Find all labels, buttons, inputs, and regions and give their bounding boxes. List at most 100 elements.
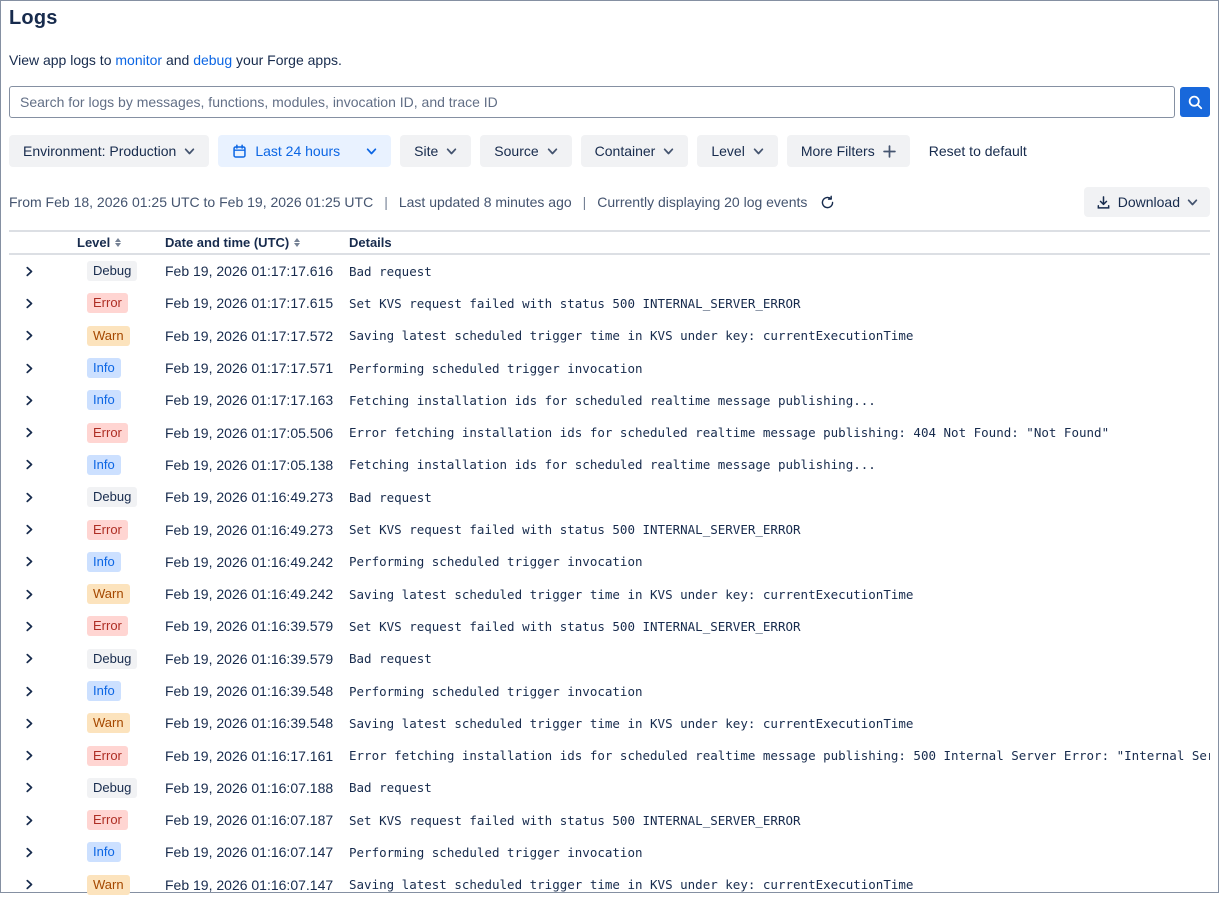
- displaying-count-text: Currently displaying 20 log events: [597, 194, 807, 210]
- expand-row-button[interactable]: [22, 716, 37, 731]
- debug-link[interactable]: debug: [193, 52, 232, 68]
- expand-row-button[interactable]: [22, 522, 37, 537]
- level-badge: Info: [87, 358, 121, 378]
- chevron-down-icon: [663, 146, 674, 157]
- subtitle-text: View app logs to: [9, 52, 115, 68]
- level-cell: Debug: [77, 649, 165, 669]
- details-cell: Set KVS request failed with status 500 I…: [349, 522, 1210, 537]
- expand-cell: [9, 264, 77, 279]
- table-row[interactable]: Error Feb 19, 2026 01:16:49.273 Set KVS …: [9, 513, 1210, 545]
- expand-row-button[interactable]: [22, 490, 37, 505]
- table-row[interactable]: Info Feb 19, 2026 01:16:39.548 Performin…: [9, 675, 1210, 707]
- table-row[interactable]: Warn Feb 19, 2026 01:17:17.572 Saving la…: [9, 320, 1210, 352]
- expand-row-button[interactable]: [22, 264, 37, 279]
- table-row[interactable]: Error Feb 19, 2026 01:17:05.506 Error fe…: [9, 416, 1210, 448]
- search-input[interactable]: [9, 86, 1175, 118]
- table-row[interactable]: Warn Feb 19, 2026 01:16:07.147 Saving la…: [9, 869, 1210, 901]
- expand-row-button[interactable]: [22, 587, 37, 602]
- log-table-body: Debug Feb 19, 2026 01:17:17.616 Bad requ…: [9, 255, 1210, 901]
- expand-row-button[interactable]: [22, 328, 37, 343]
- level-badge: Debug: [87, 261, 137, 281]
- level-column-header[interactable]: Level: [77, 235, 165, 250]
- page-subtitle: View app logs to monitor and debug your …: [9, 52, 1210, 68]
- environment-filter[interactable]: Environment: Production: [9, 135, 209, 167]
- chevron-right-icon: [24, 782, 35, 793]
- site-filter[interactable]: Site: [400, 135, 471, 167]
- table-row[interactable]: Debug Feb 19, 2026 01:16:07.188 Bad requ…: [9, 772, 1210, 804]
- table-row[interactable]: Error Feb 19, 2026 01:16:39.579 Set KVS …: [9, 610, 1210, 642]
- table-row[interactable]: Info Feb 19, 2026 01:17:17.571 Performin…: [9, 352, 1210, 384]
- environment-filter-label: Environment: Production: [23, 143, 176, 159]
- logs-page: Logs View app logs to monitor and debug …: [1, 7, 1218, 901]
- datetime-header-label: Date and time (UTC): [165, 235, 289, 250]
- chevron-right-icon: [24, 653, 35, 664]
- more-filters-button[interactable]: More Filters: [787, 135, 910, 167]
- table-row[interactable]: Error Feb 19, 2026 01:16:17.161 Error fe…: [9, 739, 1210, 771]
- table-row[interactable]: Info Feb 19, 2026 01:16:07.147 Performin…: [9, 836, 1210, 868]
- table-row[interactable]: Debug Feb 19, 2026 01:16:39.579 Bad requ…: [9, 643, 1210, 675]
- download-button[interactable]: Download: [1084, 187, 1210, 217]
- datetime-cell: Feb 19, 2026 01:17:17.616: [165, 263, 349, 279]
- last-updated-text: Last updated 8 minutes ago: [399, 194, 572, 210]
- table-row[interactable]: Warn Feb 19, 2026 01:16:39.548 Saving la…: [9, 707, 1210, 739]
- status-text-group: From Feb 18, 2026 01:25 UTC to Feb 19, 2…: [9, 193, 837, 212]
- level-badge: Error: [87, 520, 128, 540]
- level-filter-label: Level: [711, 143, 744, 159]
- expand-row-button[interactable]: [22, 748, 37, 763]
- datetime-column-header[interactable]: Date and time (UTC): [165, 235, 349, 250]
- search-icon: [1187, 94, 1204, 111]
- expand-row-button[interactable]: [22, 296, 37, 311]
- datetime-cell: Feb 19, 2026 01:16:49.242: [165, 554, 349, 570]
- site-filter-label: Site: [414, 143, 438, 159]
- level-badge: Warn: [87, 875, 130, 895]
- datetime-cell: Feb 19, 2026 01:16:07.188: [165, 780, 349, 796]
- level-badge: Debug: [87, 487, 137, 507]
- datetime-cell: Feb 19, 2026 01:17:17.163: [165, 392, 349, 408]
- datetime-cell: Feb 19, 2026 01:16:49.273: [165, 489, 349, 505]
- expand-row-button[interactable]: [22, 554, 37, 569]
- expand-row-button[interactable]: [22, 813, 37, 828]
- level-badge: Info: [87, 390, 121, 410]
- expand-row-button[interactable]: [22, 845, 37, 860]
- table-row[interactable]: Info Feb 19, 2026 01:16:49.242 Performin…: [9, 546, 1210, 578]
- expand-row-button[interactable]: [22, 877, 37, 892]
- refresh-button[interactable]: [818, 193, 837, 212]
- datetime-cell: Feb 19, 2026 01:16:49.242: [165, 586, 349, 602]
- table-row[interactable]: Error Feb 19, 2026 01:16:07.187 Set KVS …: [9, 804, 1210, 836]
- expand-row-button[interactable]: [22, 684, 37, 699]
- expand-row-button[interactable]: [22, 425, 37, 440]
- table-row[interactable]: Debug Feb 19, 2026 01:17:17.616 Bad requ…: [9, 255, 1210, 287]
- source-filter[interactable]: Source: [480, 135, 571, 167]
- expand-row-button[interactable]: [22, 361, 37, 376]
- container-filter[interactable]: Container: [581, 135, 689, 167]
- monitor-link[interactable]: monitor: [115, 52, 162, 68]
- table-row[interactable]: Debug Feb 19, 2026 01:16:49.273 Bad requ…: [9, 481, 1210, 513]
- reset-to-default-button[interactable]: Reset to default: [929, 143, 1027, 159]
- table-row[interactable]: Error Feb 19, 2026 01:17:17.615 Set KVS …: [9, 287, 1210, 319]
- table-row[interactable]: Info Feb 19, 2026 01:17:05.138 Fetching …: [9, 449, 1210, 481]
- level-badge: Error: [87, 616, 128, 636]
- sort-icon[interactable]: [294, 238, 300, 247]
- search-button[interactable]: [1180, 87, 1210, 117]
- table-row[interactable]: Warn Feb 19, 2026 01:16:49.242 Saving la…: [9, 578, 1210, 610]
- expand-row-button[interactable]: [22, 619, 37, 634]
- chevron-right-icon: [24, 492, 35, 503]
- expand-row-button[interactable]: [22, 393, 37, 408]
- details-cell: Set KVS request failed with status 500 I…: [349, 619, 1210, 634]
- sort-icon[interactable]: [115, 238, 121, 247]
- expand-row-button[interactable]: [22, 780, 37, 795]
- expand-row-button[interactable]: [22, 651, 37, 666]
- more-filters-label: More Filters: [801, 143, 875, 159]
- level-cell: Info: [77, 390, 165, 410]
- level-cell: Debug: [77, 487, 165, 507]
- level-filter[interactable]: Level: [697, 135, 777, 167]
- time-range-filter[interactable]: Last 24 hours: [218, 135, 391, 167]
- details-cell: Performing scheduled trigger invocation: [349, 845, 1210, 860]
- chevron-right-icon: [24, 621, 35, 632]
- chevron-right-icon: [24, 395, 35, 406]
- subtitle-text: your Forge apps.: [232, 52, 342, 68]
- subtitle-text: and: [162, 52, 193, 68]
- chevron-down-icon: [547, 146, 558, 157]
- table-row[interactable]: Info Feb 19, 2026 01:17:17.163 Fetching …: [9, 384, 1210, 416]
- expand-row-button[interactable]: [22, 457, 37, 472]
